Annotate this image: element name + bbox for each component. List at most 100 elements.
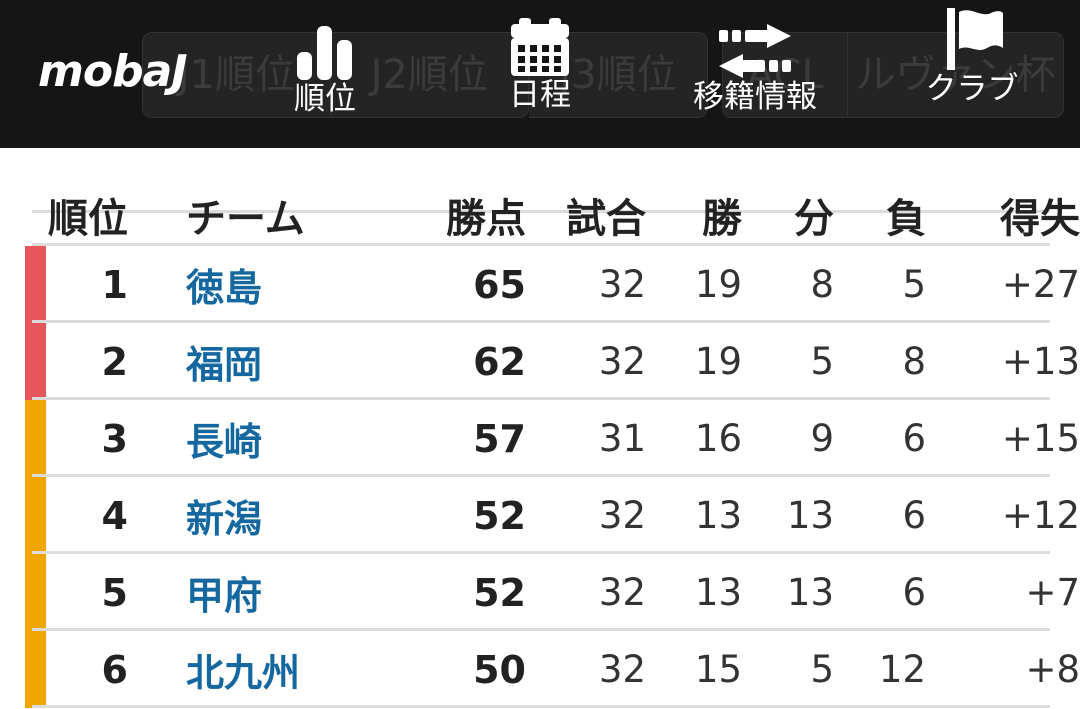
column-header-team: チーム [186,196,305,242]
played-cell-text: 32 [598,571,646,614]
nav-item-transfers[interactable]: 移籍情報 [685,22,825,114]
draw-cell-text: 5 [810,340,834,383]
rank-cell-text: 6 [101,647,128,692]
draw-cell: 13 [742,494,834,537]
win-cell-text: 15 [694,648,742,691]
bar-chart-icon [255,24,395,80]
team-name-cell-text: 長崎 [186,420,263,464]
win-cell: 19 [646,340,742,383]
nav-item-clubs[interactable]: クラブ [902,8,1042,107]
rank-cell: 2 [0,340,140,384]
table-row[interactable]: 1 徳島 65 32 19 8 5 +27 [0,246,1080,323]
rank-cell-text: 3 [101,416,128,461]
goal-diff-cell-text: +27 [1001,263,1080,306]
goal-diff-cell: +13 [926,340,1080,383]
rank-accent-bar [25,477,46,554]
table-divider [32,705,1050,708]
team-name-cell[interactable]: 北九州 [140,642,390,697]
win-cell: 16 [646,417,742,460]
points-cell-text: 57 [473,416,526,461]
draw-cell: 8 [742,263,834,306]
goal-diff-cell: +15 [926,417,1080,460]
goal-diff-cell: +8 [926,648,1080,691]
played-cell: 31 [526,417,646,460]
table-row[interactable]: 3 長崎 57 31 16 9 6 +15 [0,400,1080,477]
column-header-played: 試合 [566,196,646,242]
loss-cell: 6 [834,571,926,614]
win-cell: 13 [646,571,742,614]
table-header-row: 順位 チーム 勝点 試合 勝 分 負 得失 [0,184,1080,246]
team-name-cell-text: 徳島 [186,266,263,310]
loss-cell: 12 [834,648,926,691]
team-name-cell[interactable]: 福岡 [140,334,390,389]
rank-cell: 3 [0,417,140,461]
nav-item-label: 順位 [294,81,356,117]
nav-item-schedule[interactable]: 日程 [470,18,610,113]
played-cell-text: 32 [598,494,646,537]
played-cell: 32 [526,263,646,306]
draw-cell-text: 13 [786,571,834,614]
nav-item-standings[interactable]: 順位 [255,24,395,116]
rank-cell: 4 [0,494,140,538]
calendar-icon [470,18,610,76]
win-cell: 13 [646,494,742,537]
points-cell-text: 65 [473,262,526,307]
column-header-loss: 負 [886,196,926,242]
win-cell-text: 19 [694,340,742,383]
loss-cell-text: 6 [902,571,926,614]
draw-cell: 9 [742,417,834,460]
played-cell: 32 [526,571,646,614]
rank-cell: 6 [0,648,140,692]
team-name-cell-text: 新潟 [186,497,263,541]
table-row[interactable]: 5 甲府 52 32 13 13 6 +7 [0,554,1080,631]
nav-item-label: 日程 [509,77,571,113]
goal-diff-cell: +7 [926,571,1080,614]
column-header-draw: 分 [794,196,834,242]
points-cell: 57 [390,417,526,461]
nav-item-label: クラブ [925,71,1019,107]
draw-cell-text: 8 [810,263,834,306]
draw-cell: 13 [742,571,834,614]
rank-accent-bar [25,400,46,477]
table-row[interactable]: 6 北九州 50 32 15 5 12 +8 [0,631,1080,708]
rank-cell-text: 2 [101,339,128,384]
team-name-cell[interactable]: 長崎 [140,411,390,466]
points-cell: 50 [390,648,526,692]
table-row[interactable]: 4 新潟 52 32 13 13 6 +12 [0,477,1080,554]
draw-cell: 5 [742,340,834,383]
loss-cell: 5 [834,263,926,306]
loss-cell-text: 5 [902,263,926,306]
rank-accent-bar [25,246,46,323]
draw-cell-text: 5 [810,648,834,691]
loss-cell: 6 [834,494,926,537]
rank-cell-text: 1 [101,262,128,307]
played-cell: 32 [526,648,646,691]
flag-icon [902,8,1042,70]
loss-cell-text: 12 [878,648,926,691]
points-cell: 65 [390,263,526,307]
table-row[interactable]: 2 福岡 62 32 19 5 8 +13 [0,323,1080,400]
played-cell-text: 32 [598,648,646,691]
team-name-cell[interactable]: 甲府 [140,565,390,620]
team-name-cell[interactable]: 徳島 [140,257,390,312]
draw-cell-text: 9 [810,417,834,460]
rank-accent-bar [25,631,46,708]
points-cell: 52 [390,494,526,538]
goal-diff-cell-text: +7 [1025,571,1080,614]
loss-cell-text: 6 [902,494,926,537]
draw-cell-text: 13 [786,494,834,537]
rank-cell-text: 4 [101,493,128,538]
app-header: J1順位 J2順位 J3順位 ACL ルヴァン杯 mobaJ 順位 日程 移籍情… [0,0,1080,148]
standings-table: 順位 チーム 勝点 試合 勝 分 負 得失 1 徳島 65 32 19 8 5 +27 2 福岡 6… [0,184,1080,708]
app-logo[interactable]: mobaJ [38,46,188,97]
team-name-cell[interactable]: 新潟 [140,488,390,543]
team-name-cell-text: 福岡 [186,343,263,387]
goal-diff-cell-text: +8 [1025,648,1080,691]
rank-cell-text: 5 [101,570,128,615]
played-cell-text: 32 [598,263,646,306]
played-cell-text: 32 [598,340,646,383]
points-cell-text: 62 [473,339,526,384]
team-name-cell-text: 北九州 [186,651,301,695]
nav-item-label: 移籍情報 [693,79,817,115]
loss-cell: 6 [834,417,926,460]
